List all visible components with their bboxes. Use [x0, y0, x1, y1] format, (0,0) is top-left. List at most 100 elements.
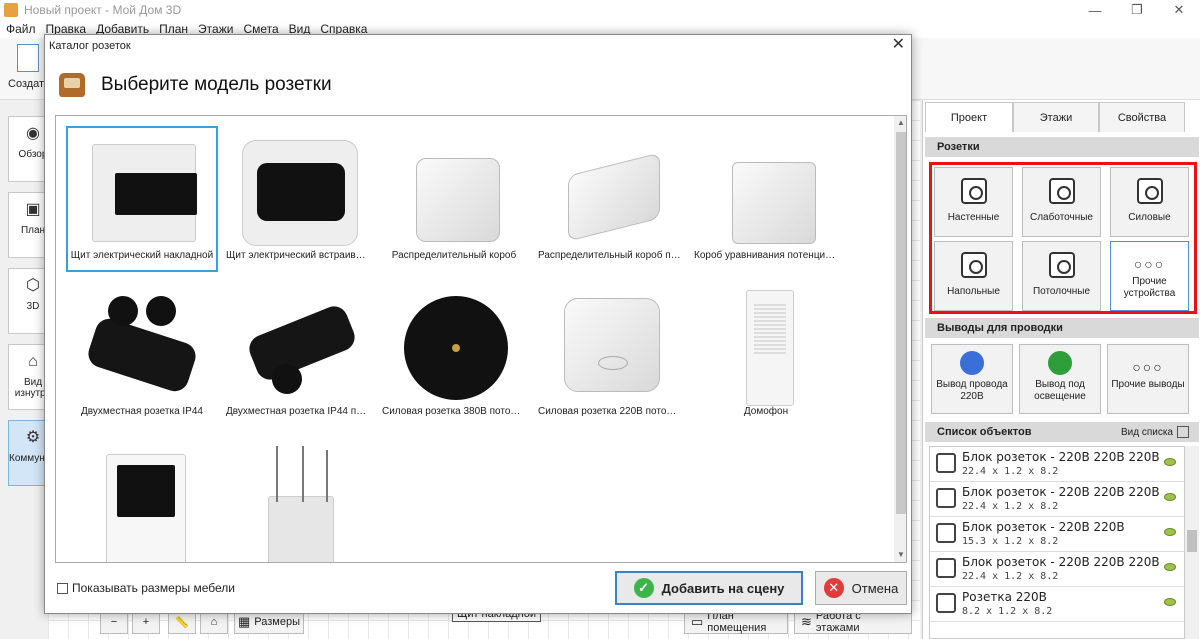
home-icon: ⌂ [210, 616, 218, 628]
panel-flush-image [242, 134, 358, 246]
socket-low-current[interactable]: Слаботочные [1022, 167, 1101, 237]
lowcurrent-socket-icon [1048, 178, 1075, 204]
socket-wall[interactable]: Настенные [934, 167, 1013, 237]
power-380-image [398, 290, 510, 400]
object-name: Блок розеток - 220В 220В [962, 520, 1125, 534]
socket-icon [936, 558, 956, 578]
show-dimensions-label: Показывать размеры мебели [72, 581, 235, 595]
outlet-lighting[interactable]: Вывод под освещение [1019, 344, 1101, 414]
maximize-button[interactable]: ❐ [1114, 0, 1160, 20]
ceiling-socket-icon [1048, 252, 1075, 278]
cube-icon: ⬡ [26, 277, 40, 294]
scroll-up-icon[interactable]: ▲ [894, 116, 906, 130]
list-item[interactable]: Блок розеток - 220В 220В 220В 22.4 x 1.2… [930, 482, 1184, 517]
list-item[interactable]: Блок розеток - 220В 220В 220В 22.4 x 1.2… [930, 552, 1184, 587]
panel-surface-image [86, 134, 198, 244]
socket-wall-label: Настенные [947, 212, 1000, 223]
tab-properties[interactable]: Свойства [1099, 102, 1185, 132]
list-item[interactable]: Розетка 220В 8.2 x 1.2 x 8.2 [930, 587, 1184, 622]
socket-power[interactable]: Силовые [1110, 167, 1189, 237]
socket-catalog-dialog: Каталог розеток ✕ Выберите модель розетк… [44, 34, 912, 614]
add-to-scene-button[interactable]: ✓ Добавить на сцену [615, 571, 803, 605]
catalog-item-label: Двухместная розетка IP44 пот... [226, 406, 374, 417]
cancel-button[interactable]: ✕ Отмена [815, 571, 907, 605]
catalog-item-label: Домофон [743, 406, 789, 417]
list-view-icon [1177, 426, 1189, 438]
minimize-button[interactable]: — [1072, 0, 1118, 20]
menu-file[interactable]: Файл [6, 22, 36, 36]
catalog-grid: Щит электрический накладной Щит электрич… [55, 115, 907, 563]
dialog-close-button[interactable]: ✕ [892, 37, 905, 53]
more-icon: ○○○ [1132, 359, 1164, 375]
equipotential-box-image [710, 134, 822, 244]
power-socket-icon [1136, 178, 1163, 204]
socket-other-devices[interactable]: ○○○ Прочие устройства [1110, 241, 1189, 311]
list-item[interactable]: Блок розеток - 220В 220В 220В 22.4 x 1.2… [930, 447, 1184, 482]
socket-low-current-label: Слаботочные [1030, 212, 1093, 223]
zoom-out-icon: − [110, 616, 118, 628]
socket-floor[interactable]: Напольные [934, 241, 1013, 311]
objects-list: Блок розеток - 220В 220В 220В 22.4 x 1.2… [929, 446, 1185, 639]
show-dimensions-checkbox[interactable]: Показывать размеры мебели [57, 581, 235, 595]
create-button[interactable]: Создать [8, 44, 50, 96]
catalog-scrollbar[interactable]: ▲ ▼ [894, 116, 906, 562]
floor-socket-icon [960, 252, 987, 278]
interior-icon: ⌂ [28, 353, 38, 370]
outlets-grid: Вывод провода 220В Вывод под освещение ○… [929, 344, 1197, 416]
junction-box-angled-image [554, 134, 666, 244]
app-titlebar: Новый проект - Мой Дом 3D — ❐ ✕ [0, 0, 1200, 20]
object-dims: 15.3 x 1.2 x 8.2 [962, 536, 1059, 547]
socket-ceiling-label: Потолочные [1032, 286, 1091, 297]
socket-icon [936, 453, 956, 473]
dialog-footer: Показывать размеры мебели ✓ Добавить на … [55, 571, 907, 605]
view-list-toggle[interactable]: Вид списка [1121, 426, 1189, 438]
outlet-other-label: Прочие выводы [1111, 379, 1185, 390]
left-nav: ◉ Обзор ▣ План ⬡ 3D ⌂ Вид изнутри ⚙ Комм… [0, 100, 77, 639]
scroll-thumb[interactable] [1187, 530, 1197, 552]
catalog-item-label: Распределительный короб [391, 250, 517, 261]
outlet-other[interactable]: ○○○ Прочие выводы [1107, 344, 1189, 414]
eye-icon: ◉ [26, 125, 40, 142]
light-outlet-icon [1048, 351, 1072, 375]
object-dims: 8.2 x 1.2 x 8.2 [962, 606, 1053, 617]
visibility-eye-icon[interactable] [1164, 528, 1176, 536]
objects-title: Список объектов [937, 426, 1032, 438]
dialog-heading: Выберите модель розетки [101, 74, 332, 95]
cancel-label: Отмена [851, 580, 899, 596]
junction-box-image [398, 134, 510, 244]
catalog-item-label: Распределительный короб пот... [538, 250, 686, 261]
objects-scrollbar[interactable] [1185, 446, 1199, 639]
socket-category-grid: Настенные Слаботочные Силовые Напольные … [929, 162, 1197, 314]
socket-other-label: Прочие устройства [1123, 276, 1176, 299]
outlet-wire-220[interactable]: Вывод провода 220В [931, 344, 1013, 414]
list-item[interactable]: Блок розеток - 220В 220В 15.3 x 1.2 x 8.… [930, 517, 1184, 552]
outlets-section-title: Выводы для проводки [925, 318, 1199, 338]
checkbox-box[interactable] [57, 582, 68, 594]
object-dims: 22.4 x 1.2 x 8.2 [962, 571, 1059, 582]
new-document-icon [17, 44, 39, 72]
tab-project[interactable]: Проект [925, 102, 1013, 132]
visibility-eye-icon[interactable] [1164, 598, 1176, 606]
ruler-icon: 📏 [175, 616, 189, 629]
scroll-thumb[interactable] [896, 132, 906, 514]
right-panel-tabs: Проект Этажи Свойства [925, 102, 1200, 132]
object-dims: 22.4 x 1.2 x 8.2 [962, 501, 1059, 512]
visibility-eye-icon[interactable] [1164, 563, 1176, 571]
socket-ceiling[interactable]: Потолочные [1022, 241, 1101, 311]
scroll-down-icon[interactable]: ▼ [894, 548, 906, 562]
catalog-item-label: Щит электрический накладной [70, 250, 214, 261]
more-icon: ○○○ [1133, 256, 1166, 272]
object-name: Блок розеток - 220В 220В 220В [962, 485, 1160, 499]
room-plan-icon: ▭ [691, 614, 704, 629]
grid-icon: ▦ [238, 614, 251, 629]
zoom-in-icon: + [142, 616, 150, 628]
close-window-button[interactable]: ✕ [1156, 0, 1200, 20]
visibility-eye-icon[interactable] [1164, 493, 1176, 501]
add-to-scene-label: Добавить на сцену [661, 580, 785, 596]
socket-floor-label: Напольные [947, 286, 1000, 297]
tab-floors[interactable]: Этажи [1013, 102, 1099, 132]
object-name: Блок розеток - 220В 220В 220В [962, 450, 1160, 464]
sockets-section-title: Розетки [925, 137, 1199, 157]
visibility-eye-icon[interactable] [1164, 458, 1176, 466]
socket-icon [936, 523, 956, 543]
